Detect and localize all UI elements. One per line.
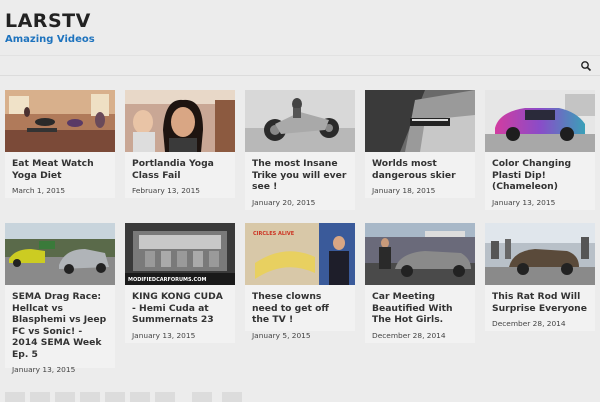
site-title[interactable]: LARSTV <box>5 10 595 32</box>
post-thumbnail-trike[interactable] <box>245 90 355 152</box>
post-title[interactable]: This Rat Rod Will Surprise Everyone <box>492 291 588 314</box>
pagination-button[interactable] <box>192 392 212 402</box>
post-card[interactable]: SEMA Drag Race: Hellcat vs Blasphemi vs … <box>5 223 115 374</box>
post-title[interactable]: Color Changing Plasti Dip! (Chameleon) <box>492 158 588 193</box>
post-date: January 13, 2015 <box>492 197 556 207</box>
post-thumbnail-sema-drag-race[interactable] <box>5 223 115 285</box>
post-date: March 1, 2015 <box>12 186 66 195</box>
post-date: February 13, 2015 <box>132 186 201 195</box>
post-title[interactable]: The most Insane Trike you will ever see … <box>252 158 348 193</box>
thumbnail-caption: MODIFIEDCARFORUMS.COM <box>128 277 206 283</box>
pagination-button[interactable] <box>155 392 175 402</box>
post-date: December 28, 2014 <box>492 319 566 328</box>
search-icon[interactable] <box>580 60 592 72</box>
pagination-button[interactable] <box>130 392 150 402</box>
post-title[interactable]: Car Meeting Beautified With The Hot Girl… <box>372 291 468 326</box>
site-tagline: Amazing Videos <box>5 34 95 45</box>
post-date: January 5, 2015 <box>252 330 311 340</box>
post-thumbnail-skier[interactable] <box>365 90 475 152</box>
post-card[interactable]: Eat Meat Watch Yoga Diet March 1, 2015 <box>5 90 115 198</box>
post-card[interactable]: CIRCLES ALIVE These clowns need to get o… <box>245 223 355 340</box>
post-card[interactable]: This Rat Rod Will Surprise Everyone Dece… <box>485 223 595 331</box>
post-card[interactable]: MODIFIEDCARFORUMS.COM KING KONG CUDA - H… <box>125 223 235 343</box>
post-thumbnail-yoga[interactable] <box>5 90 115 152</box>
post-title[interactable]: Worlds most dangerous skier <box>372 158 468 181</box>
post-thumbnail-plastidip[interactable] <box>485 90 595 152</box>
pagination-button[interactable] <box>222 392 242 402</box>
post-title[interactable]: KING KONG CUDA - Hemi Cuda at Summernats… <box>132 291 228 326</box>
post-card[interactable]: Worlds most dangerous skier January 18, … <box>365 90 475 198</box>
pagination-button[interactable] <box>30 392 50 402</box>
pagination-button[interactable] <box>80 392 100 402</box>
post-date: January 13, 2015 <box>12 365 76 374</box>
post-thumbnail-portlandia[interactable] <box>125 90 235 152</box>
site-header: LARSTV Amazing Videos <box>0 0 600 56</box>
post-date: January 13, 2015 <box>132 330 196 340</box>
post-card[interactable]: The most Insane Trike you will ever see … <box>245 90 355 210</box>
pagination-button[interactable] <box>55 392 75 402</box>
post-card[interactable]: Color Changing Plasti Dip! (Chameleon) J… <box>485 90 595 210</box>
post-thumbnail-rat-rod[interactable] <box>485 223 595 285</box>
thumbnail-caption: CIRCLES ALIVE <box>253 231 295 237</box>
post-card[interactable]: Portlandia Yoga Class Fail February 13, … <box>125 90 235 198</box>
post-title[interactable]: Eat Meat Watch Yoga Diet <box>12 158 108 181</box>
post-date: January 18, 2015 <box>372 186 436 195</box>
post-date: January 20, 2015 <box>252 197 316 207</box>
pagination-button[interactable] <box>5 392 25 402</box>
post-thumbnail-king-kong-cuda[interactable]: MODIFIEDCARFORUMS.COM <box>125 223 235 285</box>
post-title[interactable]: Portlandia Yoga Class Fail <box>132 158 228 181</box>
post-card[interactable]: Car Meeting Beautified With The Hot Girl… <box>365 223 475 343</box>
post-title[interactable]: These clowns need to get off the TV ! <box>252 291 348 326</box>
post-thumbnail-car-meeting[interactable] <box>365 223 475 285</box>
pagination-button[interactable] <box>105 392 125 402</box>
nav-bar <box>0 57 600 76</box>
post-date: December 28, 2014 <box>372 330 446 340</box>
post-title[interactable]: SEMA Drag Race: Hellcat vs Blasphemi vs … <box>12 291 108 360</box>
post-thumbnail-clowns[interactable]: CIRCLES ALIVE <box>245 223 355 285</box>
